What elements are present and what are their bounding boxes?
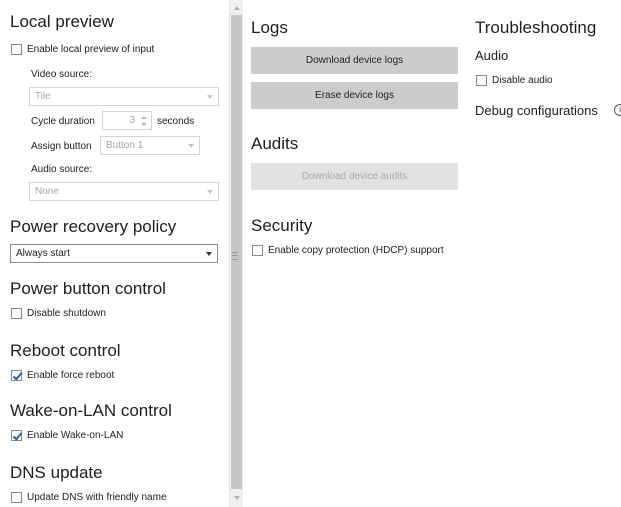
checkbox-box xyxy=(476,75,487,86)
update-dns-checkbox[interactable]: Update DNS with friendly name xyxy=(11,492,167,503)
checkbox-box xyxy=(252,245,263,256)
erase-device-logs-button[interactable]: Erase device logs xyxy=(251,82,458,109)
hdcp-checkbox[interactable]: Enable copy protection (HDCP) support xyxy=(252,245,444,256)
local-preview-heading: Local preview xyxy=(10,12,114,31)
video-source-value: Tile xyxy=(35,91,51,102)
assign-button-select[interactable]: Button 1 xyxy=(100,136,200,155)
enable-local-preview-label: Enable local preview of input xyxy=(27,44,155,55)
chevron-down-icon xyxy=(207,95,213,99)
power-recovery-value: Always start xyxy=(16,248,70,259)
enable-local-preview-checkbox[interactable]: Enable local preview of input xyxy=(11,44,154,55)
checkbox-box xyxy=(11,492,22,503)
update-dns-label: Update DNS with friendly name xyxy=(27,492,167,503)
reboot-control-heading: Reboot control xyxy=(10,341,121,360)
audits-heading: Audits xyxy=(251,134,299,153)
cycle-duration-value: 3 xyxy=(129,115,135,126)
dns-update-heading: DNS update xyxy=(10,463,103,482)
audio-source-label: Audio source: xyxy=(31,164,93,175)
stepper-down-icon[interactable] xyxy=(141,123,147,126)
logs-heading: Logs xyxy=(251,18,288,37)
force-reboot-label: Enable force reboot xyxy=(27,370,115,381)
debug-configurations-heading: Debug configurations xyxy=(475,103,598,118)
audio-source-select[interactable]: None xyxy=(29,182,219,201)
info-icon[interactable]: i xyxy=(614,104,621,116)
power-recovery-heading: Power recovery policy xyxy=(10,217,177,236)
audio-subheading: Audio xyxy=(475,48,509,63)
assign-button-label: Assign button xyxy=(31,141,92,152)
video-source-select[interactable]: Tile xyxy=(29,87,219,106)
checkbox-box xyxy=(11,44,22,55)
disable-audio-checkbox[interactable]: Disable audio xyxy=(476,75,553,86)
chevron-up-icon[interactable] xyxy=(234,6,240,10)
disable-audio-label: Disable audio xyxy=(492,75,553,86)
check-icon xyxy=(11,370,22,381)
checkbox-box xyxy=(11,308,22,319)
power-recovery-select[interactable]: Always start xyxy=(10,244,218,263)
disable-shutdown-checkbox[interactable]: Disable shutdown xyxy=(11,308,106,319)
power-button-heading: Power button control xyxy=(10,279,166,298)
stepper-up-icon[interactable] xyxy=(141,116,147,119)
cycle-duration-unit: seconds xyxy=(157,116,195,127)
audio-source-value: None xyxy=(35,186,59,197)
hdcp-label: Enable copy protection (HDCP) support xyxy=(268,245,444,256)
security-heading: Security xyxy=(251,216,313,235)
chevron-down-icon xyxy=(188,144,194,148)
download-device-logs-button[interactable]: Download device logs xyxy=(251,47,458,74)
cycle-duration-stepper[interactable]: 3 xyxy=(102,111,152,130)
assign-button-value: Button 1 xyxy=(106,140,144,151)
cycle-duration-label: Cycle duration xyxy=(31,116,95,127)
splitter-grip-icon[interactable] xyxy=(232,252,238,260)
chevron-down-icon xyxy=(206,252,212,256)
wol-heading: Wake-on-LAN control xyxy=(10,401,172,420)
enable-wol-checkbox[interactable]: Enable Wake-on-LAN xyxy=(11,430,123,441)
video-source-label: Video source: xyxy=(31,69,92,80)
troubleshooting-heading: Troubleshooting xyxy=(475,18,597,37)
chevron-down-icon[interactable] xyxy=(234,496,240,500)
enable-wol-label: Enable Wake-on-LAN xyxy=(27,430,124,441)
check-icon xyxy=(11,430,22,441)
chevron-down-icon xyxy=(207,190,213,194)
disable-shutdown-label: Disable shutdown xyxy=(27,308,106,319)
download-device-audits-button[interactable]: Download device audits xyxy=(251,163,458,190)
force-reboot-checkbox[interactable]: Enable force reboot xyxy=(11,370,114,381)
